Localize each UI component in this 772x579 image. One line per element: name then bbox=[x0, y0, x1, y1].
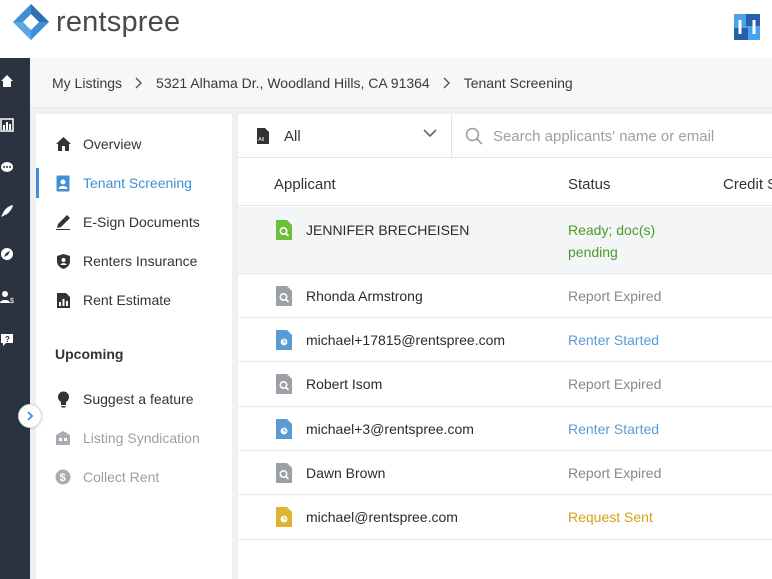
nav-item-esign[interactable]: E-Sign Documents bbox=[36, 207, 232, 237]
nav-item-label: Renters Insurance bbox=[83, 253, 198, 269]
applicant-name[interactable]: Dawn Brown bbox=[306, 465, 385, 481]
applicant-name[interactable]: Robert Isom bbox=[306, 376, 382, 392]
nav-item-label: Suggest a feature bbox=[83, 391, 194, 407]
brand-mark-icon[interactable] bbox=[732, 12, 762, 42]
status-filter-select[interactable]: All All bbox=[238, 114, 452, 158]
nav-item-rent-estimate[interactable]: Rent Estimate bbox=[36, 285, 232, 315]
report-expired-icon bbox=[276, 286, 292, 306]
applicant-name[interactable]: michael@rentspree.com bbox=[306, 509, 458, 525]
left-rail: $ ? bbox=[0, 58, 30, 579]
nav-item-label: Listing Syndication bbox=[83, 430, 200, 446]
logo-icon bbox=[13, 4, 49, 40]
logo-text: rentspree bbox=[56, 5, 181, 38]
table-row[interactable]: michael+17815@rentspree.com Renter Start… bbox=[238, 318, 772, 362]
report-started-icon bbox=[276, 419, 292, 439]
applicant-status: Report Expired bbox=[568, 465, 662, 481]
nav-item-collect-rent: $ Collect Rent bbox=[36, 462, 232, 492]
building-icon bbox=[54, 429, 72, 447]
report-expired-icon bbox=[276, 374, 292, 394]
nav-item-suggest-feature[interactable]: Suggest a feature bbox=[36, 384, 232, 414]
breadcrumb-my-listings[interactable]: My Listings bbox=[52, 75, 122, 91]
expand-rail-button[interactable] bbox=[18, 404, 42, 428]
home-icon[interactable] bbox=[0, 74, 14, 88]
svg-text:All: All bbox=[258, 137, 264, 143]
nav-item-tenant-screening[interactable]: Tenant Screening bbox=[36, 168, 232, 198]
report-expired-icon bbox=[276, 463, 292, 483]
breadcrumb: My Listings 5321 Alhama Dr., Woodland Hi… bbox=[30, 58, 772, 108]
column-status[interactable]: Status bbox=[568, 176, 611, 193]
nav-item-label: Tenant Screening bbox=[83, 175, 192, 191]
secondary-nav: Overview Tenant Screening E-Sign Documen… bbox=[36, 114, 232, 579]
applicant-status: Report Expired bbox=[568, 376, 662, 392]
estimate-icon bbox=[54, 291, 72, 309]
svg-text:$: $ bbox=[60, 472, 66, 484]
applicant-name[interactable]: michael+17815@rentspree.com bbox=[306, 332, 505, 348]
nav-item-renters-insurance[interactable]: Renters Insurance bbox=[36, 246, 232, 276]
table-row[interactable]: JENNIFER BRECHEISEN Ready; doc(s) pending bbox=[238, 207, 772, 274]
filter-bar: All All bbox=[238, 114, 772, 158]
column-applicant[interactable]: Applicant bbox=[274, 176, 336, 193]
person-doc-icon bbox=[54, 174, 72, 192]
applicant-status: Renter Started bbox=[568, 332, 660, 348]
table-row[interactable]: Dawn Brown Report Expired bbox=[238, 451, 772, 495]
table-row[interactable]: michael@rentspree.com Request Sent bbox=[238, 495, 772, 540]
svg-text:?: ? bbox=[5, 335, 10, 344]
chevron-right-icon bbox=[135, 77, 143, 89]
applicant-status: Request Sent bbox=[568, 509, 653, 525]
search-icon bbox=[465, 127, 483, 145]
shield-icon bbox=[54, 252, 72, 270]
applicants-panel: All All Applicant Status Credit S JENNIF… bbox=[238, 114, 772, 579]
users-dollar-icon[interactable]: $ bbox=[0, 290, 14, 304]
applicant-status: Ready; doc(s) pending bbox=[568, 222, 656, 260]
help-icon[interactable]: ? bbox=[0, 333, 14, 347]
column-credit-score[interactable]: Credit S bbox=[723, 176, 772, 193]
rentspree-logo[interactable]: rentspree bbox=[12, 2, 180, 42]
document-icon: All bbox=[257, 128, 269, 144]
table-header: Applicant Status Credit S bbox=[238, 162, 772, 206]
breadcrumb-current: Tenant Screening bbox=[463, 74, 573, 91]
compass-icon[interactable] bbox=[0, 247, 14, 261]
top-bar: rentspree bbox=[0, 0, 772, 58]
rocket-icon[interactable] bbox=[0, 204, 14, 218]
applicant-status: Report Expired bbox=[568, 288, 662, 304]
applicant-name[interactable]: michael+3@rentspree.com bbox=[306, 421, 474, 437]
search-box[interactable] bbox=[453, 114, 772, 158]
dollar-icon: $ bbox=[54, 468, 72, 486]
filter-selected-value: All bbox=[284, 127, 301, 145]
chevron-right-icon bbox=[443, 77, 451, 89]
home-icon bbox=[54, 135, 72, 153]
table-row[interactable]: Robert Isom Report Expired bbox=[238, 362, 772, 407]
chart-icon[interactable] bbox=[0, 118, 14, 132]
search-input[interactable] bbox=[492, 127, 772, 145]
pen-icon bbox=[54, 213, 72, 231]
request-sent-icon bbox=[276, 507, 292, 527]
chevron-right-icon bbox=[27, 411, 34, 421]
nav-item-label: Rent Estimate bbox=[83, 292, 171, 308]
nav-item-overview[interactable]: Overview bbox=[36, 129, 232, 159]
applicant-status: Renter Started bbox=[568, 421, 660, 437]
report-ready-icon bbox=[276, 220, 292, 240]
report-started-icon bbox=[276, 330, 292, 350]
upcoming-heading: Upcoming bbox=[55, 346, 124, 362]
applicant-name[interactable]: JENNIFER BRECHEISEN bbox=[306, 222, 469, 238]
chevron-down-icon bbox=[423, 129, 437, 138]
table-row[interactable]: michael+3@rentspree.com Renter Started bbox=[238, 407, 772, 451]
svg-text:$: $ bbox=[10, 298, 14, 304]
lightbulb-icon bbox=[54, 390, 72, 408]
chat-icon[interactable] bbox=[0, 161, 14, 175]
nav-item-label: Overview bbox=[83, 136, 142, 152]
breadcrumb-property[interactable]: 5321 Alhama Dr., Woodland Hills, CA 9136… bbox=[156, 75, 430, 91]
nav-item-label: E-Sign Documents bbox=[83, 214, 200, 230]
applicant-name[interactable]: Rhonda Armstrong bbox=[306, 288, 423, 304]
table-row[interactable]: Rhonda Armstrong Report Expired bbox=[238, 274, 772, 318]
nav-item-label: Collect Rent bbox=[83, 469, 160, 485]
nav-item-listing-syndication: Listing Syndication bbox=[36, 423, 232, 453]
